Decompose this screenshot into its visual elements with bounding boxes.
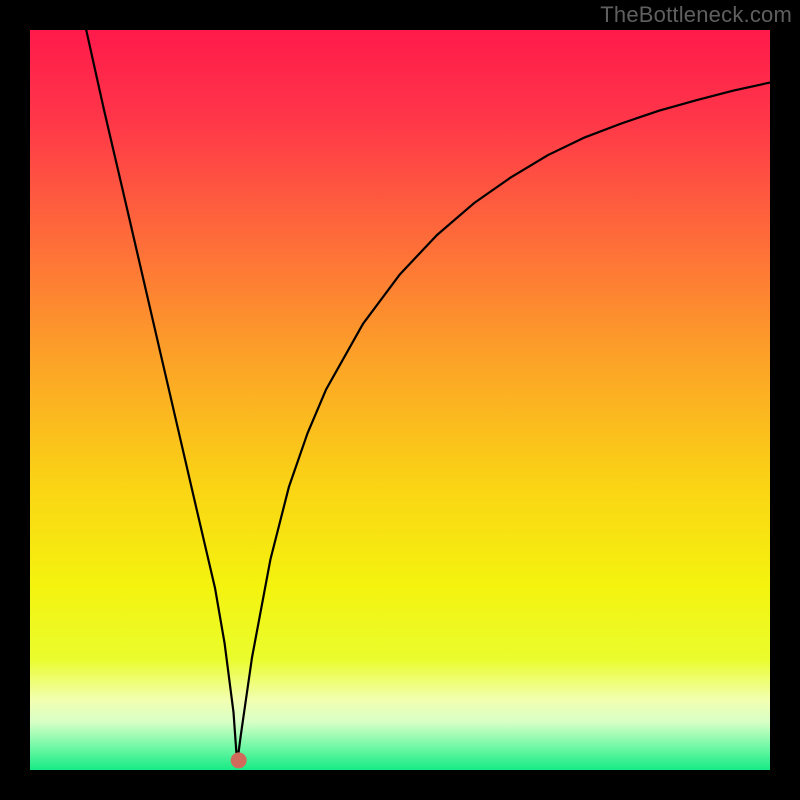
attribution-watermark: TheBottleneck.com bbox=[600, 2, 792, 28]
gradient-background bbox=[30, 30, 770, 770]
optimum-marker bbox=[231, 752, 247, 768]
chart-svg bbox=[30, 30, 770, 770]
plot-area bbox=[30, 30, 770, 770]
chart-frame: TheBottleneck.com bbox=[0, 0, 800, 800]
